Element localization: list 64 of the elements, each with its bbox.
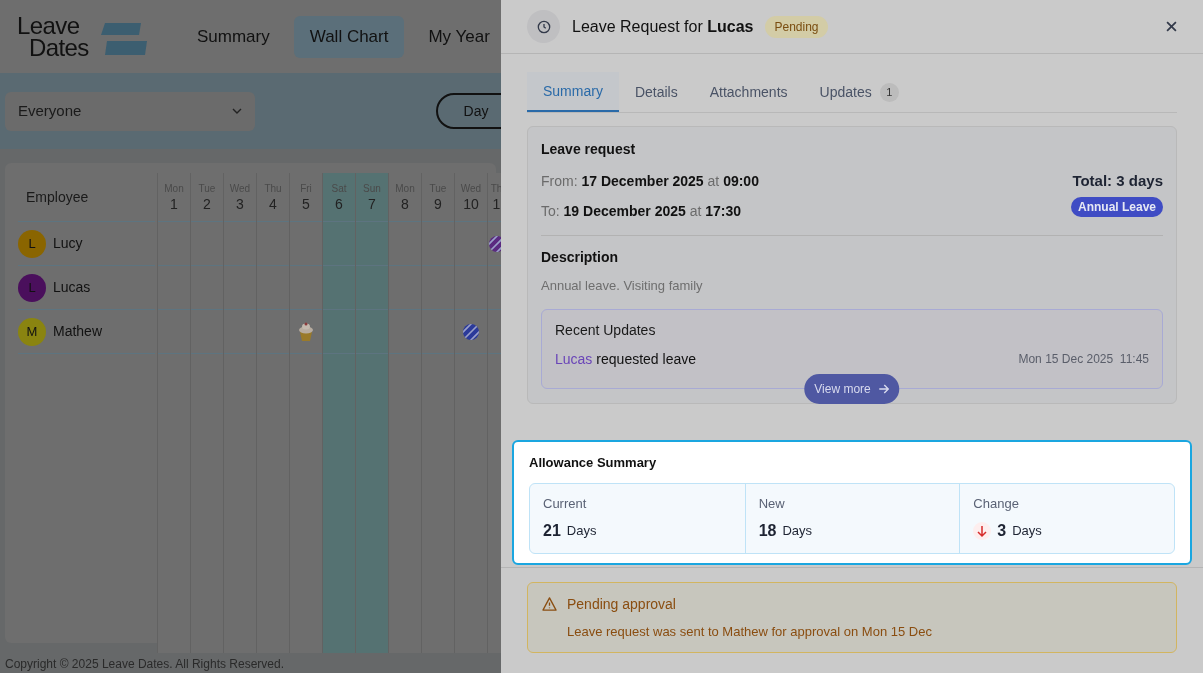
arrow-right-icon bbox=[878, 383, 890, 394]
avatar: L bbox=[18, 229, 46, 258]
description-text: Annual leave. Visiting family bbox=[541, 277, 704, 295]
panel-title: Leave Request for Lucas bbox=[572, 16, 754, 37]
updates-heading: Recent Updates bbox=[555, 320, 657, 340]
clock-icon bbox=[536, 19, 551, 34]
allowance-heading: Allowance Summary bbox=[529, 453, 658, 472]
copyright-text: Copyright © 2025 Leave Dates. All Rights Reserved. bbox=[5, 656, 285, 673]
date-label: 4 bbox=[269, 196, 277, 211]
employee-filter[interactable]: Everyone bbox=[5, 91, 255, 131]
logo-text[interactable]: Leave Dates bbox=[17, 14, 97, 59]
tab[interactable]: Summary bbox=[527, 72, 619, 112]
stat-label: Change bbox=[973, 495, 1020, 513]
date-label: 5 bbox=[302, 196, 310, 211]
stat-unit: Days bbox=[1012, 521, 1042, 540]
stat-value: 3 bbox=[997, 520, 1007, 541]
user-link[interactable]: Lucas bbox=[555, 348, 593, 370]
update-text: requested leave bbox=[596, 349, 696, 369]
avatar: M bbox=[18, 317, 46, 346]
update-time: Mon 15 Dec 2025 11:45 bbox=[1018, 351, 1149, 368]
date-label: 9 bbox=[434, 196, 442, 211]
date-label: 3 bbox=[236, 196, 244, 211]
stat-label: Current bbox=[543, 495, 588, 513]
stat-unit: Days bbox=[566, 521, 597, 540]
date-label: 1 bbox=[170, 196, 178, 211]
alert-message: Leave request was sent to Mathew for approval on Mon 15 Dec bbox=[567, 622, 933, 641]
from-date: From: 17 December 2025 at 09:00 bbox=[541, 172, 759, 191]
stat-label: New bbox=[758, 495, 786, 513]
chevron-down-icon bbox=[232, 108, 242, 114]
view-more-button[interactable]: View more bbox=[804, 373, 900, 404]
stat-unit: Days bbox=[782, 521, 813, 540]
avatar: L bbox=[18, 273, 46, 302]
date-label: 2 bbox=[203, 196, 211, 211]
close-icon bbox=[1166, 21, 1177, 32]
warning-icon bbox=[542, 597, 557, 611]
date-label: 1 bbox=[492, 196, 501, 211]
count-badge: 1 bbox=[879, 82, 899, 102]
tab[interactable]: Details bbox=[618, 72, 694, 112]
to-date: To: 19 December 2025 at 17:30 bbox=[541, 202, 743, 221]
brush-stroke-icon bbox=[101, 20, 147, 57]
section-heading: Leave request bbox=[541, 140, 637, 159]
leave-type-badge: Annual Leave bbox=[1070, 196, 1163, 217]
column-header: Employee bbox=[26, 187, 89, 207]
nav-tab[interactable]: Summary bbox=[181, 15, 286, 58]
section-heading: Description bbox=[541, 248, 619, 267]
date-label: 8 bbox=[401, 196, 409, 211]
cupcake-icon bbox=[297, 321, 315, 342]
employee-name: Lucas bbox=[53, 278, 91, 297]
date-label: 7 bbox=[368, 196, 376, 211]
date-label: 6 bbox=[335, 196, 343, 211]
status-badge: Pending bbox=[765, 15, 828, 38]
tab[interactable]: Updates 1 bbox=[803, 72, 915, 112]
nav-tab[interactable]: My Year bbox=[412, 15, 501, 58]
tab[interactable]: Attachments bbox=[693, 72, 804, 112]
alert-title: Pending approval bbox=[567, 594, 676, 614]
employee-name: Lucy bbox=[53, 234, 83, 253]
date-label: 10 bbox=[463, 196, 479, 211]
employee-name: Mathew bbox=[53, 322, 103, 341]
nav-tab[interactable]: Wall Chart bbox=[293, 15, 405, 58]
close-button[interactable] bbox=[1166, 21, 1177, 32]
total-days: Total: 3 days bbox=[1072, 170, 1163, 193]
stat-value: 18 bbox=[758, 520, 777, 541]
stat-value: 21 bbox=[543, 520, 561, 541]
arrow-down-icon bbox=[973, 521, 992, 540]
